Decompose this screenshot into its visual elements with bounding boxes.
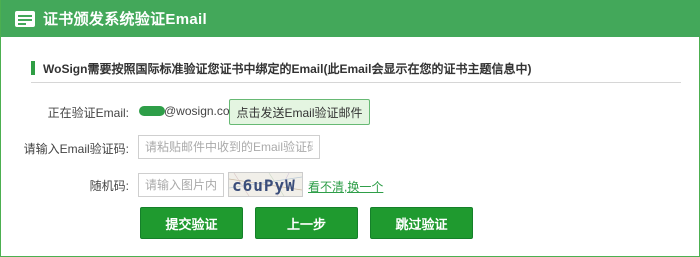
code-label: 请输入Email验证码:: [23, 142, 129, 156]
captcha-input[interactable]: [138, 173, 224, 197]
email-label: 正在验证Email:: [47, 106, 129, 120]
email-verification-dialog: 证书颁发系统验证Email WoSign需要按照国际标准验证您证书中绑定的Ema…: [0, 0, 700, 257]
id-card-icon: [15, 10, 35, 27]
captcha-graphic: c6uPyW: [229, 173, 302, 196]
captcha-text: c6uPyW: [232, 176, 296, 195]
window-title: 证书颁发系统验证Email: [43, 11, 207, 28]
masked-email-user: [139, 106, 165, 116]
previous-step-button[interactable]: 上一步: [255, 207, 358, 239]
captcha-image[interactable]: c6uPyW: [228, 172, 303, 197]
title-bar: 证书颁发系统验证Email: [1, 0, 700, 37]
notice-text: WoSign需要按照国际标准验证您证书中绑定的Email(此Email会显示在您…: [43, 61, 532, 76]
notice-line: WoSign需要按照国际标准验证您证书中绑定的Email(此Email会显示在您…: [31, 57, 531, 79]
submit-verification-button[interactable]: 提交验证: [140, 207, 243, 239]
notice-marker: [31, 61, 35, 75]
email-code-input[interactable]: [138, 135, 320, 159]
divider: [31, 82, 681, 83]
send-verification-email-button[interactable]: 点击发送Email验证邮件: [229, 99, 370, 125]
refresh-captcha-link[interactable]: 看不清,换一个: [308, 178, 383, 195]
captcha-label: 随机码:: [89, 179, 129, 193]
skip-verification-button[interactable]: 跳过验证: [370, 207, 473, 239]
